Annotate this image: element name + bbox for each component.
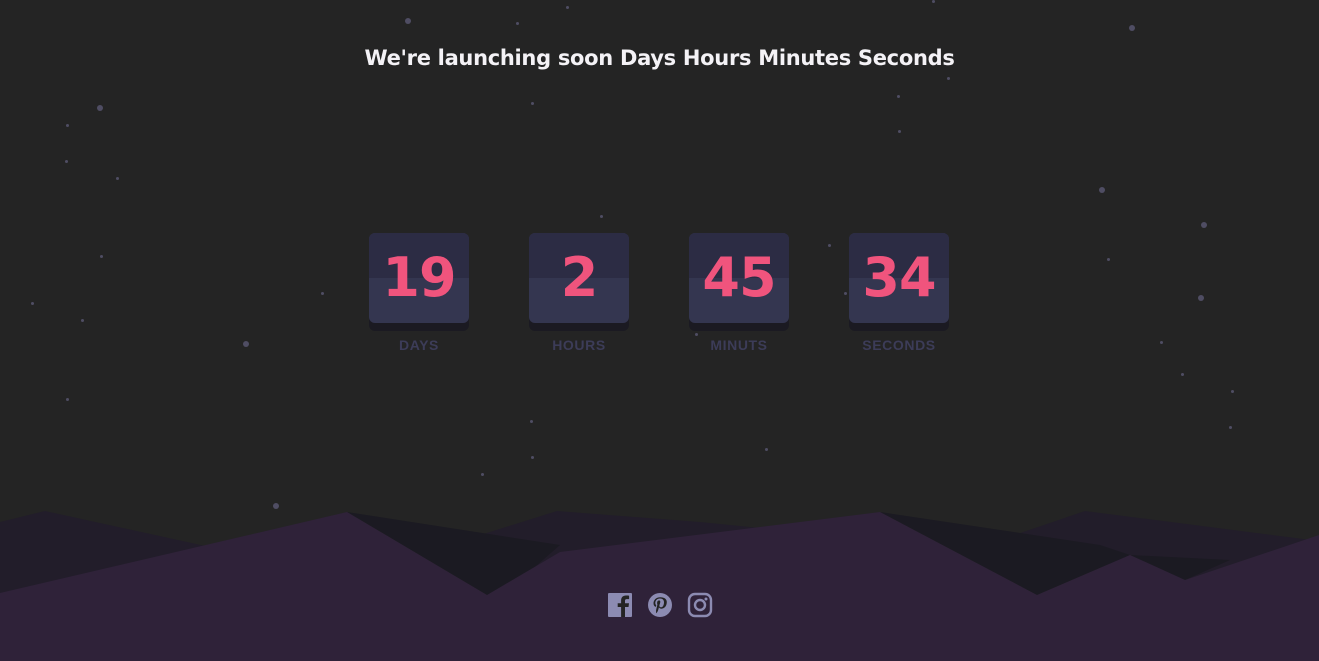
countdown-minutes: 45 MINUTS <box>689 233 789 353</box>
page: We're launching soon Days Hours Minutes … <box>0 0 1319 661</box>
seconds-value: 34 <box>862 246 936 309</box>
pinterest-icon[interactable] <box>647 592 673 618</box>
instagram-icon[interactable] <box>687 592 713 618</box>
flip-card: 45 <box>689 233 789 323</box>
seconds-label: SECONDS <box>862 337 936 353</box>
hours-label: HOURS <box>552 337 606 353</box>
days-value: 19 <box>382 246 456 309</box>
minutes-label: MINUTS <box>710 337 768 353</box>
social-links <box>607 592 713 618</box>
countdown-seconds: 34 SECONDS <box>849 233 949 353</box>
hours-value: 2 <box>560 246 599 309</box>
days-label: DAYS <box>398 337 439 353</box>
countdown-hours: 2 HOURS <box>529 233 629 353</box>
countdown-days: 19 DAYS <box>369 233 469 353</box>
minutes-value: 45 <box>702 246 776 309</box>
facebook-icon[interactable] <box>607 592 633 618</box>
countdown-timer: 19 DAYS 2 HOURS 45 MINUTS 34 SECONDS <box>369 233 949 353</box>
flip-card: 19 <box>369 233 469 323</box>
flip-card: 34 <box>849 233 949 323</box>
page-title: We're launching soon Days Hours Minutes … <box>364 46 955 70</box>
flip-card: 2 <box>529 233 629 323</box>
